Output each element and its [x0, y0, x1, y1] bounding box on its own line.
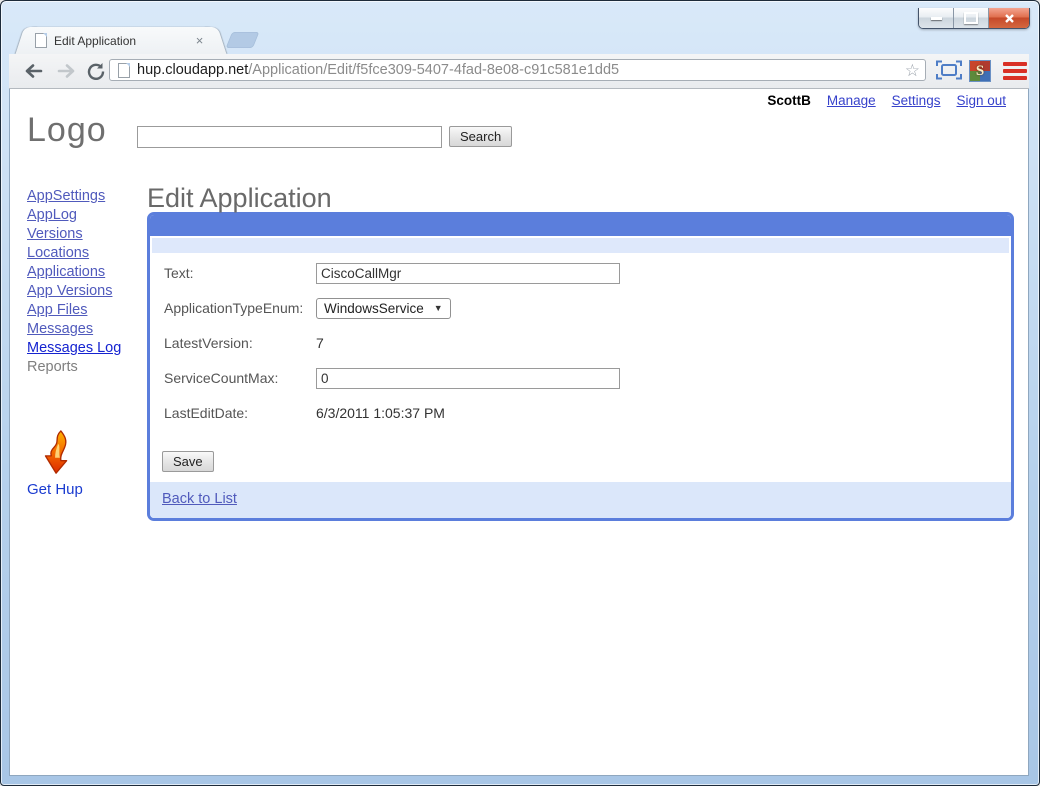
site-logo: Logo	[27, 111, 107, 150]
back-to-list-link[interactable]: Back to List	[162, 491, 237, 507]
tab-title: Edit Application	[54, 34, 192, 48]
capture-frame-icon	[936, 60, 962, 80]
forward-button[interactable]	[53, 59, 79, 83]
new-tab-button[interactable]	[226, 32, 259, 48]
browser-menu-button[interactable]	[1003, 62, 1027, 80]
sidebar-item-applog[interactable]: AppLog	[27, 206, 152, 225]
get-hup-link[interactable]: Get Hup	[27, 481, 117, 498]
maximize-button[interactable]	[954, 8, 989, 28]
sidebar-item-messages-log[interactable]: Messages Log	[27, 339, 152, 358]
refresh-icon	[87, 62, 105, 80]
browser-window: Edit Application hup.cloudapp.net/Applic…	[0, 0, 1040, 786]
panel-sub-bar	[152, 238, 1009, 253]
url-bar[interactable]: hup.cloudapp.net/Application/Edit/f5fce3…	[109, 59, 926, 81]
sidebar-nav: AppSettings AppLog Versions Locations Ap…	[27, 187, 152, 377]
sidebar-item-app-versions[interactable]: App Versions	[27, 282, 152, 301]
text-field[interactable]	[316, 263, 620, 284]
hamburger-menu-icon	[1003, 62, 1027, 66]
save-button[interactable]: Save	[162, 451, 214, 472]
edit-form: Text: ApplicationTypeEnum: WindowsServic…	[150, 253, 1011, 449]
form-row-service-count-max: ServiceCountMax:	[164, 367, 1011, 389]
service-count-max-label: ServiceCountMax:	[164, 370, 316, 386]
maximize-icon	[964, 12, 978, 24]
latest-version-label: LatestVersion:	[164, 335, 316, 351]
tab-close-icon[interactable]	[192, 33, 207, 48]
latest-version-value: 7	[316, 335, 324, 351]
manage-link[interactable]: Manage	[827, 93, 876, 108]
close-icon	[1004, 13, 1015, 24]
page-content: ScottB Manage Settings Sign out Logo Sea…	[9, 89, 1029, 776]
url-page-icon	[118, 63, 130, 78]
search-input[interactable]	[137, 126, 442, 148]
page-favicon-icon	[35, 33, 47, 48]
get-hup-block: Get Hup	[27, 429, 117, 498]
refresh-button[interactable]	[83, 59, 109, 83]
url-domain: hup.cloudapp.net	[137, 62, 248, 78]
browser-tab[interactable]: Edit Application	[27, 27, 215, 54]
main-area: Edit Application Text: ApplicationTypeEn…	[147, 184, 1014, 521]
flame-arrow-icon[interactable]	[37, 429, 77, 477]
url-path: /Application/Edit/f5fce309-5407-4fad-8e0…	[248, 62, 619, 78]
extension-button[interactable]: S	[969, 60, 991, 82]
last-edit-date-value: 6/3/2011 1:05:37 PM	[316, 405, 445, 421]
sidebar-item-app-files[interactable]: App Files	[27, 301, 152, 320]
edit-form-panel: Text: ApplicationTypeEnum: WindowsServic…	[147, 212, 1014, 521]
forward-icon	[56, 63, 76, 79]
application-type-label: ApplicationTypeEnum:	[164, 300, 316, 316]
extension-letter: S	[976, 63, 984, 80]
search-button[interactable]: Search	[449, 126, 512, 147]
text-label: Text:	[164, 265, 316, 281]
panel-header-bar	[150, 215, 1011, 236]
back-icon	[24, 63, 44, 79]
fullscreen-capture-button[interactable]	[936, 60, 962, 80]
username: ScottB	[767, 93, 811, 108]
last-edit-date-label: LastEditDate:	[164, 405, 316, 421]
application-type-select[interactable]: WindowsService	[316, 298, 451, 319]
user-bar: ScottB Manage Settings Sign out	[767, 93, 1006, 108]
back-button[interactable]	[21, 59, 47, 83]
sidebar-item-messages[interactable]: Messages	[27, 320, 152, 339]
minimize-icon	[931, 17, 942, 20]
settings-link[interactable]: Settings	[892, 93, 941, 108]
form-row-application-type: ApplicationTypeEnum: WindowsService	[164, 297, 1011, 319]
sidebar-item-versions[interactable]: Versions	[27, 225, 152, 244]
sidebar-item-locations[interactable]: Locations	[27, 244, 152, 263]
panel-footer: Back to List	[150, 482, 1011, 518]
dropdown-arrow-icon	[434, 303, 443, 313]
form-row-latest-version: LatestVersion: 7	[164, 332, 1011, 354]
url-text: hup.cloudapp.net/Application/Edit/f5fce3…	[137, 62, 619, 78]
window-controls	[918, 8, 1030, 29]
form-row-text: Text:	[164, 262, 1011, 284]
sidebar-item-reports: Reports	[27, 359, 78, 375]
bookmark-star-icon[interactable]	[905, 60, 920, 82]
browser-toolbar: hup.cloudapp.net/Application/Edit/f5fce3…	[9, 54, 1029, 89]
form-row-last-edit-date: LastEditDate: 6/3/2011 1:05:37 PM	[164, 402, 1011, 424]
sidebar-item-appsettings[interactable]: AppSettings	[27, 187, 152, 206]
service-count-max-field[interactable]	[316, 368, 620, 389]
sign-out-link[interactable]: Sign out	[956, 93, 1006, 108]
close-button[interactable]	[989, 8, 1029, 28]
page-title: Edit Application	[147, 184, 1014, 212]
sidebar-item-applications[interactable]: Applications	[27, 263, 152, 282]
application-type-value: WindowsService	[324, 301, 424, 316]
minimize-button[interactable]	[919, 8, 954, 28]
